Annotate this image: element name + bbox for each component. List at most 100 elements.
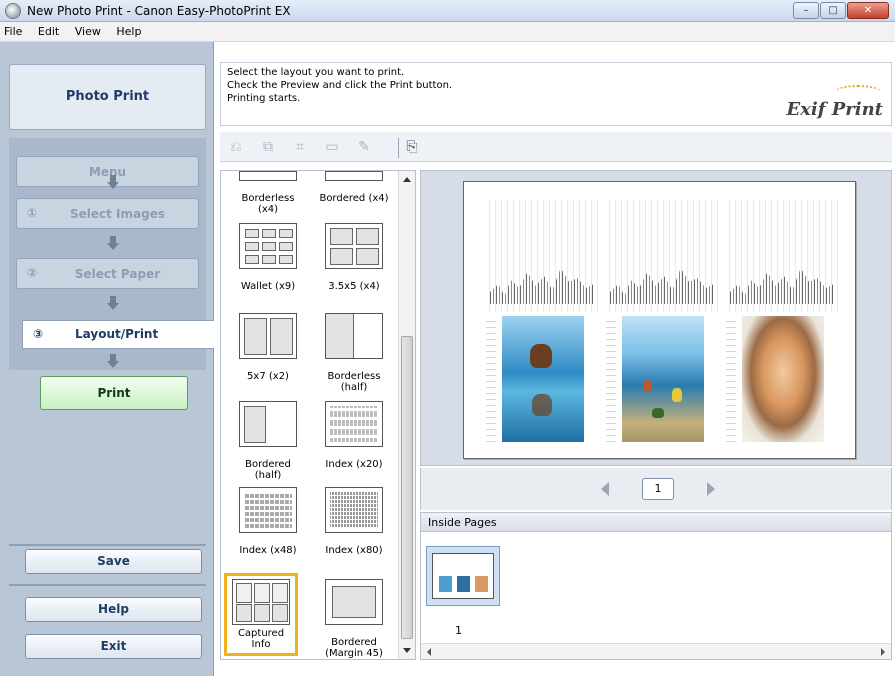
layout-label: Index (x20): [325, 459, 383, 470]
layout-label: Captured Info: [237, 628, 285, 650]
divider: [9, 544, 206, 546]
layout-index-x20[interactable]: Index (x20): [313, 395, 395, 470]
photo-thumbnail: [502, 316, 584, 442]
scroll-right-icon[interactable]: [881, 648, 885, 656]
exif-logo-arc: [835, 85, 881, 99]
mini-page: [432, 553, 494, 599]
page-number: 1: [642, 478, 674, 500]
page-thumbnail[interactable]: [426, 546, 500, 606]
layout-bordered-half[interactable]: Bordered (half): [227, 395, 309, 481]
inside-pages-scrollbar[interactable]: [421, 643, 891, 659]
step-number: ③: [33, 327, 44, 341]
mini-photo: [457, 576, 470, 592]
title-bar: New Photo Print - Canon Easy-PhotoPrint …: [0, 0, 895, 22]
step-select-paper[interactable]: ② Select Paper: [16, 258, 199, 289]
inside-pages-title: Inside Pages: [428, 516, 497, 529]
layout-borderless-half[interactable]: Borderless (half): [313, 307, 395, 393]
layout-borderless-x4[interactable]: Borderless (x4): [227, 171, 309, 215]
step-layout-print[interactable]: ③ Layout/Print: [22, 320, 214, 349]
preview-area: [420, 170, 892, 466]
layout-index-x48[interactable]: Index (x48): [227, 481, 309, 556]
instruction-line: Printing starts.: [227, 93, 301, 104]
photo-thumbnail: [742, 316, 824, 442]
capture-info: [484, 200, 598, 312]
layout-index-x80[interactable]: Index (x80): [313, 481, 395, 556]
toolbar: ⎌ ⧉ ⌗ ▭ ✎ ⎘: [220, 132, 892, 162]
next-page-icon[interactable]: [707, 482, 715, 496]
scrollbar-thumb[interactable]: [401, 336, 413, 639]
inside-pages-header: Inside Pages: [420, 512, 892, 532]
layout-label: Bordered (half): [245, 459, 291, 481]
crop-icon[interactable]: ⌗: [292, 139, 308, 155]
layout-captured-info[interactable]: Captured Info: [222, 571, 300, 656]
layout-label: Borderless (half): [327, 371, 381, 393]
frame-icon[interactable]: ▭: [324, 139, 340, 155]
rotate-right-icon[interactable]: ⧉: [260, 139, 276, 155]
toolbar-divider: [398, 138, 399, 158]
captured-photo-3: [724, 200, 838, 444]
layout-settings-icon[interactable]: ⎘: [404, 139, 420, 155]
mini-photo: [439, 576, 452, 592]
scroll-down-icon[interactable]: [403, 648, 411, 653]
menu-view[interactable]: View: [69, 22, 107, 38]
menu-edit[interactable]: Edit: [32, 22, 65, 38]
arrow-down-icon: [107, 296, 119, 310]
arrow-down-icon: [107, 175, 119, 189]
maximize-button[interactable]: □: [820, 2, 846, 19]
correct-icon[interactable]: ✎: [356, 139, 372, 155]
layout-label: Index (x48): [239, 545, 297, 556]
layout-label: Wallet (x9): [240, 281, 296, 292]
menu-bar: File Edit View Help: [0, 22, 895, 42]
layout-wallet-x9[interactable]: Wallet (x9): [227, 217, 309, 292]
layout-label: Borderless (x4): [241, 193, 295, 215]
left-panel: Photo Print Menu ① Select Images ② Selec…: [0, 42, 214, 676]
scroll-left-icon[interactable]: [427, 648, 431, 656]
print-button[interactable]: Print: [40, 376, 188, 410]
scroll-up-icon[interactable]: [403, 177, 411, 182]
minimize-button[interactable]: –: [793, 2, 819, 19]
preview-page: [463, 181, 856, 459]
layout-list-scrollbar[interactable]: [398, 171, 415, 659]
layout-bordered-x4[interactable]: Bordered (x4): [313, 171, 395, 204]
layout-label: Bordered (Margin 45): [325, 637, 383, 659]
instruction-line: Check the Preview and click the Print bu…: [227, 80, 453, 91]
info-strip: [606, 316, 616, 442]
panel-title: Photo Print: [9, 64, 206, 130]
menu-help[interactable]: Help: [110, 22, 147, 38]
step-select-images[interactable]: ① Select Images: [16, 198, 199, 229]
capture-info: [724, 200, 838, 312]
previous-page-icon[interactable]: [601, 482, 609, 496]
exit-button[interactable]: Exit: [25, 634, 202, 659]
layout-label: 5x7 (x2): [247, 371, 289, 382]
close-button[interactable]: ✕: [847, 2, 889, 19]
layout-label: Bordered (x4): [319, 193, 389, 204]
menu-file[interactable]: File: [0, 22, 28, 38]
mini-photo: [475, 576, 488, 592]
save-button[interactable]: Save: [25, 549, 202, 574]
step-number: ①: [27, 206, 38, 220]
step-label: Select Images: [70, 207, 165, 221]
thumbnail-number: 1: [455, 624, 462, 637]
info-strip: [726, 316, 736, 442]
arrow-down-icon: [107, 236, 119, 250]
step-label: Layout/Print: [75, 327, 159, 341]
exif-print-logo: Exif Print: [786, 99, 883, 120]
arrow-down-icon: [107, 354, 119, 368]
layout-label: 3.5x5 (x4): [328, 281, 380, 292]
layout-5x7-x2[interactable]: 5x7 (x2): [227, 307, 309, 382]
window-title: New Photo Print - Canon Easy-PhotoPrint …: [27, 4, 291, 18]
instruction-line: Select the layout you want to print.: [227, 67, 405, 78]
captured-photo-2: [604, 200, 718, 444]
layout-bordered-margin-45[interactable]: Bordered (Margin 45): [313, 573, 395, 659]
app-icon: [5, 3, 21, 19]
divider: [9, 584, 206, 586]
step-number: ②: [27, 266, 38, 280]
instructions-panel: Select the layout you want to print. Che…: [220, 62, 892, 126]
help-button[interactable]: Help: [25, 597, 202, 622]
photo-thumbnail: [622, 316, 704, 442]
layout-3.5x5-x4[interactable]: 3.5x5 (x4): [313, 217, 395, 292]
rotate-left-icon[interactable]: ⎌: [228, 139, 244, 155]
captured-photo-1: [484, 200, 598, 444]
layout-label: Index (x80): [325, 545, 383, 556]
step-label: Select Paper: [74, 267, 161, 281]
